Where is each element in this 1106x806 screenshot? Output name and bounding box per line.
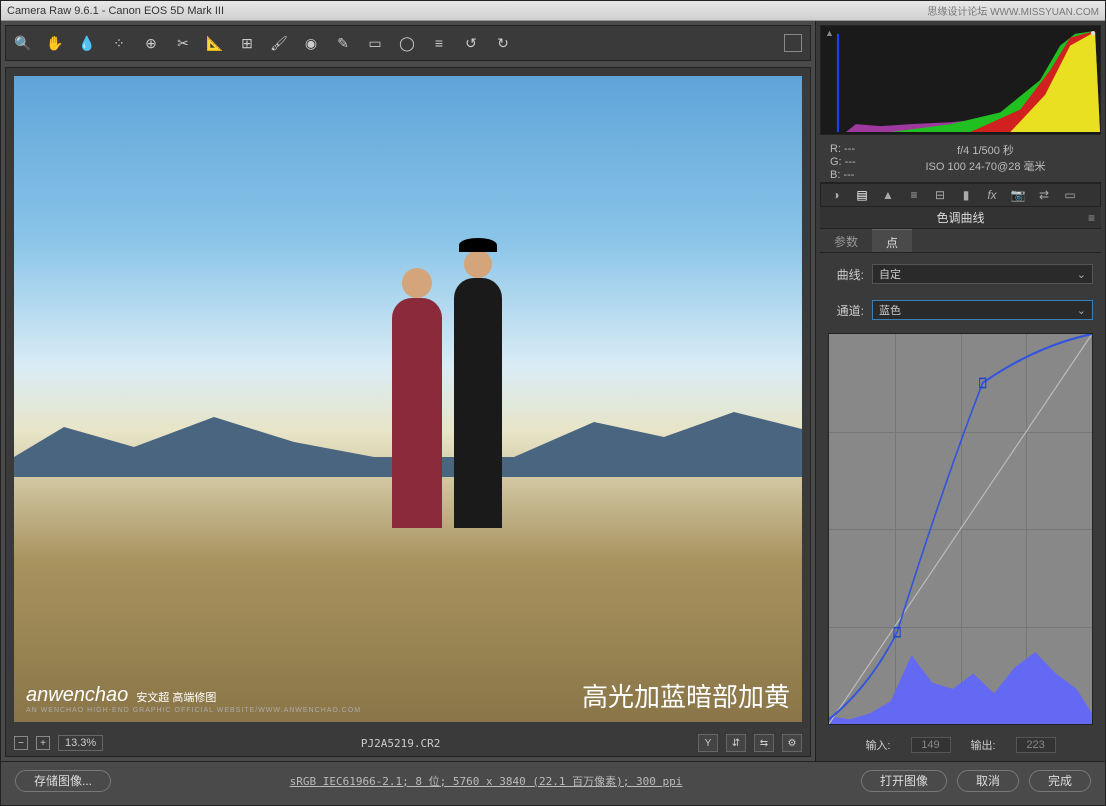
swap-button[interactable]: ⇆: [754, 734, 774, 752]
exif-line1: f/4 1/500 秒: [880, 143, 1091, 159]
split-tab-icon[interactable]: ⊟: [931, 187, 949, 203]
b-value: B: ---: [830, 169, 880, 182]
hand-tool-icon[interactable]: ✋: [46, 34, 64, 52]
exif-info: R: --- G: --- B: --- f/4 1/500 秒 ISO 100…: [820, 139, 1101, 183]
image-preview[interactable]: anwenchao安文超 高端修图 AN WENCHAO HIGH-END GR…: [14, 76, 802, 722]
hsl-tab-icon[interactable]: ≡: [905, 187, 923, 203]
crop-icon[interactable]: ✂: [174, 34, 192, 52]
curve-editor[interactable]: [828, 333, 1093, 725]
curve-label: 曲线:: [828, 266, 864, 283]
curve-select[interactable]: 自定: [872, 264, 1093, 284]
fx-tab-icon[interactable]: fx: [983, 187, 1001, 203]
tab-point[interactable]: 点: [872, 229, 912, 252]
input-value[interactable]: [911, 737, 951, 753]
panel-title: 色调曲线: [820, 207, 1101, 229]
snapshot-tab-icon[interactable]: ▭: [1061, 187, 1079, 203]
window-title: Camera Raw 9.6.1 - Canon EOS 5D Mark III: [7, 5, 224, 17]
lens-tab-icon[interactable]: ▮: [957, 187, 975, 203]
titlebar: Camera Raw 9.6.1 - Canon EOS 5D Mark III…: [1, 1, 1105, 21]
output-label: 输出:: [971, 737, 996, 753]
status-bar: − + 13.3% PJ2A5219.CR2 Y ⇵ ⇆ ⚙: [6, 730, 810, 756]
cancel-button[interactable]: 取消: [957, 770, 1019, 792]
done-button[interactable]: 完成: [1029, 770, 1091, 792]
footer: 存储图像... sRGB IEC61966-2.1; 8 位; 5760 x 3…: [1, 761, 1105, 799]
compare-y-button[interactable]: Y: [698, 734, 718, 752]
r-value: R: ---: [830, 143, 880, 156]
adjustment-icon[interactable]: ✎: [334, 34, 352, 52]
g-value: G: ---: [830, 156, 880, 169]
preview-area: anwenchao安文超 高端修图 AN WENCHAO HIGH-END GR…: [5, 67, 811, 757]
channel-label: 通道:: [828, 302, 864, 319]
output-value[interactable]: [1016, 737, 1056, 753]
list-icon[interactable]: ≡: [430, 34, 448, 52]
settings-button[interactable]: ⚙: [782, 734, 802, 752]
image-watermark: anwenchao安文超 高端修图 AN WENCHAO HIGH-END GR…: [26, 684, 361, 714]
zoom-tool-icon[interactable]: 🔍: [14, 34, 32, 52]
channel-select[interactable]: 蓝色: [872, 300, 1093, 320]
rotate-cw-icon[interactable]: ↻: [494, 34, 512, 52]
target-icon[interactable]: ⊕: [142, 34, 160, 52]
histogram[interactable]: [820, 25, 1101, 135]
curve-io-row: 输入: 输出:: [820, 733, 1101, 757]
brush-icon[interactable]: 🖌: [270, 34, 288, 52]
spot-icon[interactable]: ⊞: [238, 34, 256, 52]
eyedropper-icon[interactable]: 💧: [78, 34, 96, 52]
exif-line2: ISO 100 24-70@28 毫米: [880, 159, 1091, 175]
detail-tab-icon[interactable]: ▲: [879, 187, 897, 203]
fullscreen-icon[interactable]: [784, 34, 802, 52]
presets-tab-icon[interactable]: ⇄: [1035, 187, 1053, 203]
plus-button[interactable]: +: [36, 736, 50, 750]
curve-tab-icon[interactable]: ▤: [853, 187, 871, 203]
save-button[interactable]: 存储图像...: [15, 770, 111, 792]
filename-label: PJ2A5219.CR2: [361, 737, 440, 750]
input-label: 输入:: [865, 737, 890, 753]
basic-tab-icon[interactable]: ◑: [827, 187, 845, 203]
image-info[interactable]: sRGB IEC61966-2.1; 8 位; 5760 x 3840 (22.…: [121, 773, 851, 789]
toolbar: 🔍 ✋ 💧 ⁘ ⊕ ✂ 📐 ⊞ 🖌 ◉ ✎ ▭ ◯ ≡ ↺ ↻: [5, 25, 811, 61]
rotate-ccw-icon[interactable]: ↺: [462, 34, 480, 52]
camera-tab-icon[interactable]: 📷: [1009, 187, 1027, 203]
compare-split-button[interactable]: ⇵: [726, 734, 746, 752]
straighten-icon[interactable]: 📐: [206, 34, 224, 52]
rect-icon[interactable]: ▭: [366, 34, 384, 52]
oval-icon[interactable]: ◯: [398, 34, 416, 52]
curve-subtabs: 参数 点: [820, 229, 1101, 253]
tab-parametric[interactable]: 参数: [820, 229, 872, 252]
open-button[interactable]: 打开图像: [861, 770, 947, 792]
watermark-text: 思缘设计论坛 WWW.MISSYUAN.COM: [927, 3, 1099, 18]
image-caption: 高光加蓝暗部加黄: [582, 677, 790, 714]
panel-tabs: ◑ ▤ ▲ ≡ ⊟ ▮ fx 📷 ⇄ ▭: [820, 183, 1101, 207]
color-sampler-icon[interactable]: ⁘: [110, 34, 128, 52]
minus-button[interactable]: −: [14, 736, 28, 750]
zoom-select[interactable]: 13.3%: [58, 735, 103, 751]
redeye-icon[interactable]: ◉: [302, 34, 320, 52]
